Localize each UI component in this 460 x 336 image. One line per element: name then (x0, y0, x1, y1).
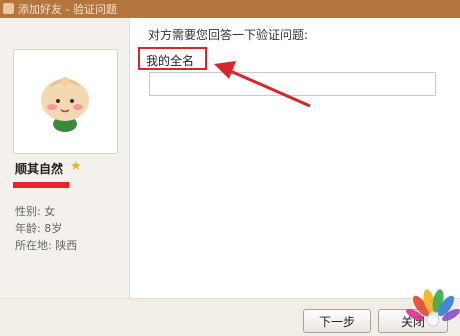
window-title: 添加好友 - 验证问题 (18, 3, 117, 16)
footer: 下一步 关闭 (0, 298, 460, 336)
app-icon (3, 3, 14, 14)
answer-input[interactable] (149, 72, 436, 96)
next-button[interactable]: 下一步 (303, 309, 371, 333)
avatar-frame (13, 49, 118, 154)
profile-panel: 顺其自然 ★ 性别: 女 年龄: 8岁 所在地: 陕西 (0, 18, 130, 298)
peacock-logo (406, 289, 460, 327)
redaction-bar (13, 182, 69, 188)
question-text: 我的全名 (146, 54, 195, 68)
title-bar: 添加好友 - 验证问题 (0, 0, 460, 18)
question-prompt: 对方需要您回答一下验证问题: (148, 28, 309, 42)
star-icon: ★ (70, 159, 82, 174)
nickname: 顺其自然 (15, 162, 64, 176)
avatar (41, 77, 89, 132)
age-info: 年龄: 8岁 (15, 222, 63, 235)
location-info: 所在地: 陕西 (15, 239, 78, 252)
verification-panel: 对方需要您回答一下验证问题: 我的全名 (130, 18, 460, 298)
gender-info: 性别: 女 (15, 205, 56, 218)
